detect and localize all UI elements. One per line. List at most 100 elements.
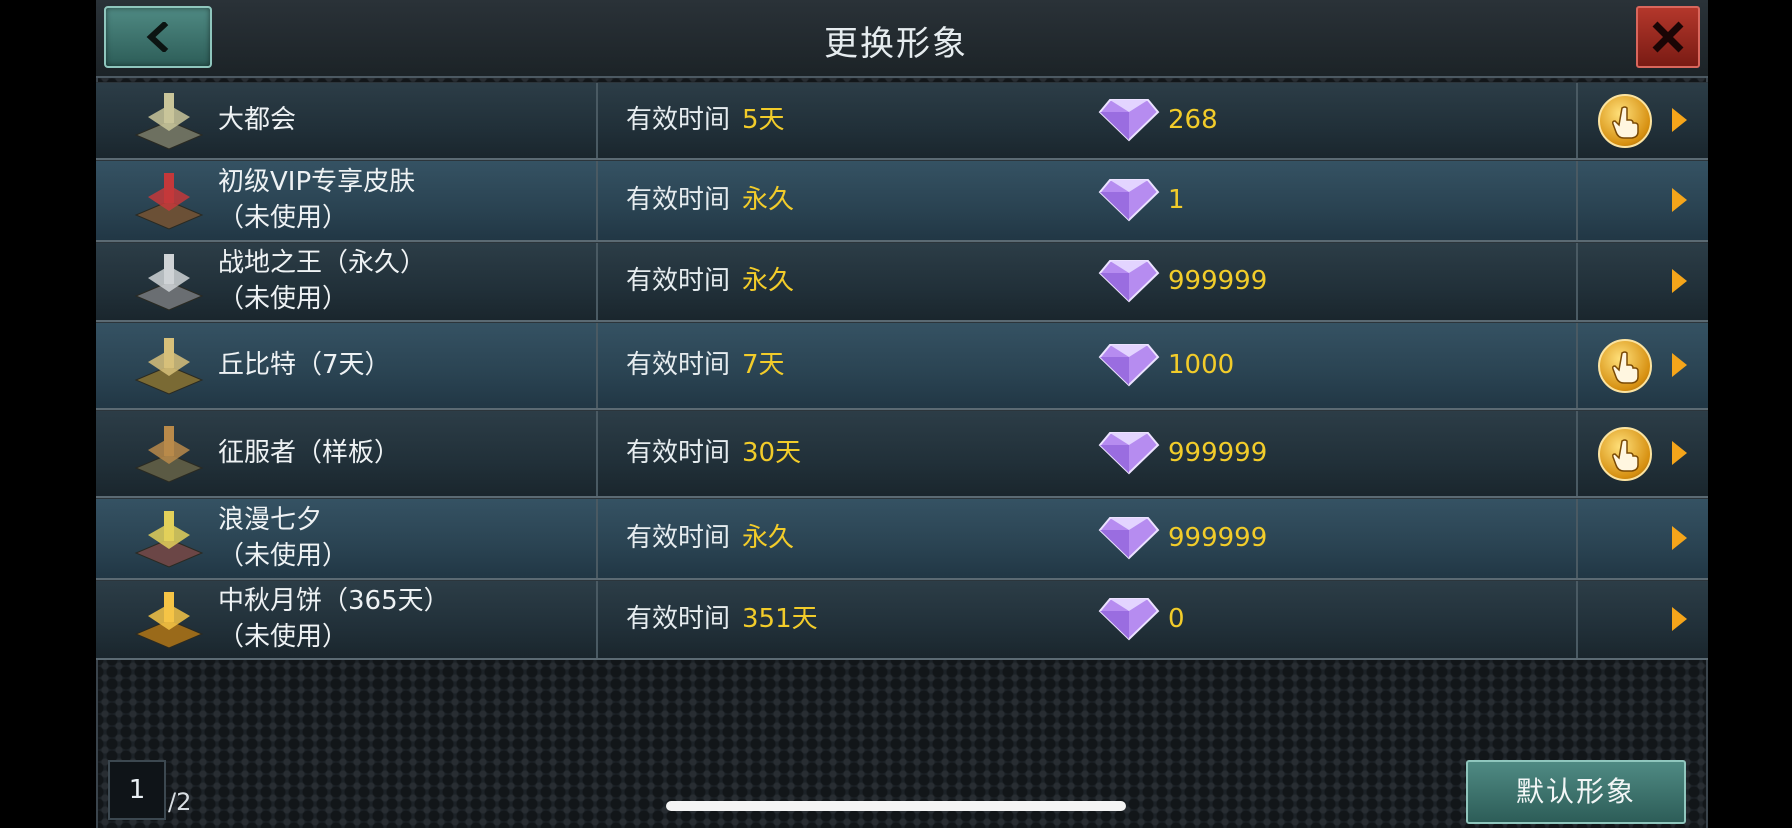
use-skin-button[interactable] — [1598, 427, 1652, 481]
skin-row[interactable]: 征服者（样板） 有效时间 30天 999999 — [96, 410, 1708, 498]
validity-value: 永久 — [742, 185, 795, 215]
close-x-icon — [1652, 21, 1684, 53]
skin-row[interactable]: 丘比特（7天） 有效时间 7天 1000 — [96, 322, 1708, 410]
expand-arrow-icon[interactable] — [1672, 353, 1687, 377]
skin-thumbnail — [134, 590, 204, 652]
skin-name: 浪漫七夕 — [218, 505, 323, 535]
price-value: 0 — [1168, 604, 1185, 634]
diamond-icon — [1098, 98, 1160, 142]
skin-name: 丘比特（7天） — [218, 350, 391, 380]
skin-status: （未使用） — [218, 284, 349, 314]
diamond-icon — [1098, 597, 1160, 641]
skin-name: 初级VIP专享皮肤 — [218, 167, 416, 197]
diamond-icon — [1098, 431, 1160, 475]
price-value: 999999 — [1168, 438, 1268, 468]
skin-list: 大都会 有效时间 5天 268 初级VIP专享皮肤 （未使用） 有效时间 永久 1 战地之王（永久… — [96, 82, 1708, 660]
validity-label: 有效时间 — [626, 350, 731, 380]
validity-text: 有效时间 7天 — [626, 347, 785, 383]
price-value: 1000 — [1168, 350, 1235, 380]
skin-thumbnail — [134, 424, 204, 486]
skin-name: 战地之王（永久） — [218, 248, 427, 278]
skin-name-block: 大都会 — [218, 102, 296, 138]
skin-row[interactable]: 中秋月饼（365天） （未使用） 有效时间 351天 0 — [96, 580, 1708, 660]
skin-name-block: 初级VIP专享皮肤 （未使用） — [218, 164, 415, 236]
expand-arrow-icon[interactable] — [1672, 441, 1687, 465]
page-title: 更换形象 — [824, 24, 968, 64]
home-indicator[interactable] — [666, 801, 1126, 811]
column-divider — [1576, 581, 1578, 658]
expand-arrow-icon[interactable] — [1672, 607, 1687, 631]
column-divider — [1576, 83, 1578, 158]
diamond-icon — [1098, 343, 1160, 387]
skin-thumbnail — [134, 171, 204, 233]
price-value: 999999 — [1168, 523, 1268, 553]
column-divider — [1576, 411, 1578, 496]
price-value: 268 — [1168, 105, 1218, 135]
validity-text: 有效时间 351天 — [626, 601, 818, 637]
skin-name: 中秋月饼（365天） — [218, 586, 450, 616]
pointing-hand-icon — [1612, 439, 1639, 472]
default-skin-button[interactable]: 默认形象 — [1466, 760, 1686, 824]
diamond-icon — [1098, 516, 1160, 560]
skin-thumbnail — [134, 252, 204, 314]
validity-text: 有效时间 永久 — [626, 263, 794, 299]
column-divider — [1576, 323, 1578, 408]
validity-label: 有效时间 — [626, 105, 731, 135]
diamond-icon — [1098, 259, 1160, 303]
expand-arrow-icon[interactable] — [1672, 269, 1687, 293]
skin-name: 征服者（样板） — [218, 438, 401, 468]
page-total: /2 — [168, 788, 192, 816]
expand-arrow-icon[interactable] — [1672, 108, 1687, 132]
column-divider — [596, 161, 598, 240]
expand-arrow-icon[interactable] — [1672, 526, 1687, 550]
column-divider — [596, 243, 598, 320]
pointing-hand-icon — [1612, 351, 1639, 384]
validity-value: 30天 — [742, 438, 802, 468]
column-divider — [1576, 243, 1578, 320]
validity-value: 351天 — [742, 604, 818, 634]
use-skin-button[interactable] — [1598, 339, 1652, 393]
page-number-input[interactable]: 1 — [108, 760, 166, 820]
skin-row[interactable]: 大都会 有效时间 5天 268 — [96, 82, 1708, 160]
validity-text: 有效时间 永久 — [626, 520, 794, 556]
skin-name-block: 征服者（样板） — [218, 435, 400, 471]
column-divider — [596, 411, 598, 496]
validity-value: 7天 — [742, 350, 785, 380]
column-divider — [1576, 499, 1578, 578]
column-divider — [596, 581, 598, 658]
skin-thumbnail — [134, 91, 204, 153]
validity-text: 有效时间 30天 — [626, 435, 801, 471]
validity-text: 有效时间 永久 — [626, 182, 794, 218]
validity-label: 有效时间 — [626, 523, 731, 553]
validity-label: 有效时间 — [626, 185, 731, 215]
use-skin-button[interactable] — [1598, 94, 1652, 148]
skin-name-block: 浪漫七夕 （未使用） — [218, 502, 348, 574]
column-divider — [596, 323, 598, 408]
skin-thumbnail — [134, 336, 204, 398]
price-value: 999999 — [1168, 266, 1268, 296]
skin-name-block: 丘比特（7天） — [218, 347, 391, 383]
column-divider — [596, 499, 598, 578]
skin-row[interactable]: 浪漫七夕 （未使用） 有效时间 永久 999999 — [96, 498, 1708, 580]
price-value: 1 — [1168, 185, 1185, 215]
pointing-hand-icon — [1612, 106, 1639, 139]
skin-status: （未使用） — [218, 541, 349, 571]
validity-label: 有效时间 — [626, 604, 731, 634]
column-divider — [596, 83, 598, 158]
expand-arrow-icon[interactable] — [1672, 188, 1687, 212]
column-divider — [1576, 161, 1578, 240]
validity-value: 永久 — [742, 523, 795, 553]
skin-name: 大都会 — [218, 105, 297, 135]
validity-value: 永久 — [742, 266, 795, 296]
skin-thumbnail — [134, 509, 204, 571]
diamond-icon — [1098, 178, 1160, 222]
close-button[interactable] — [1636, 6, 1700, 68]
skin-status: （未使用） — [218, 622, 349, 652]
skin-row[interactable]: 战地之王（永久） （未使用） 有效时间 永久 999999 — [96, 242, 1708, 322]
skin-row[interactable]: 初级VIP专享皮肤 （未使用） 有效时间 永久 1 — [96, 160, 1708, 242]
skin-name-block: 战地之王（永久） （未使用） — [218, 245, 426, 317]
validity-label: 有效时间 — [626, 438, 731, 468]
skin-status: （未使用） — [218, 203, 349, 233]
validity-label: 有效时间 — [626, 266, 731, 296]
validity-value: 5天 — [742, 105, 785, 135]
